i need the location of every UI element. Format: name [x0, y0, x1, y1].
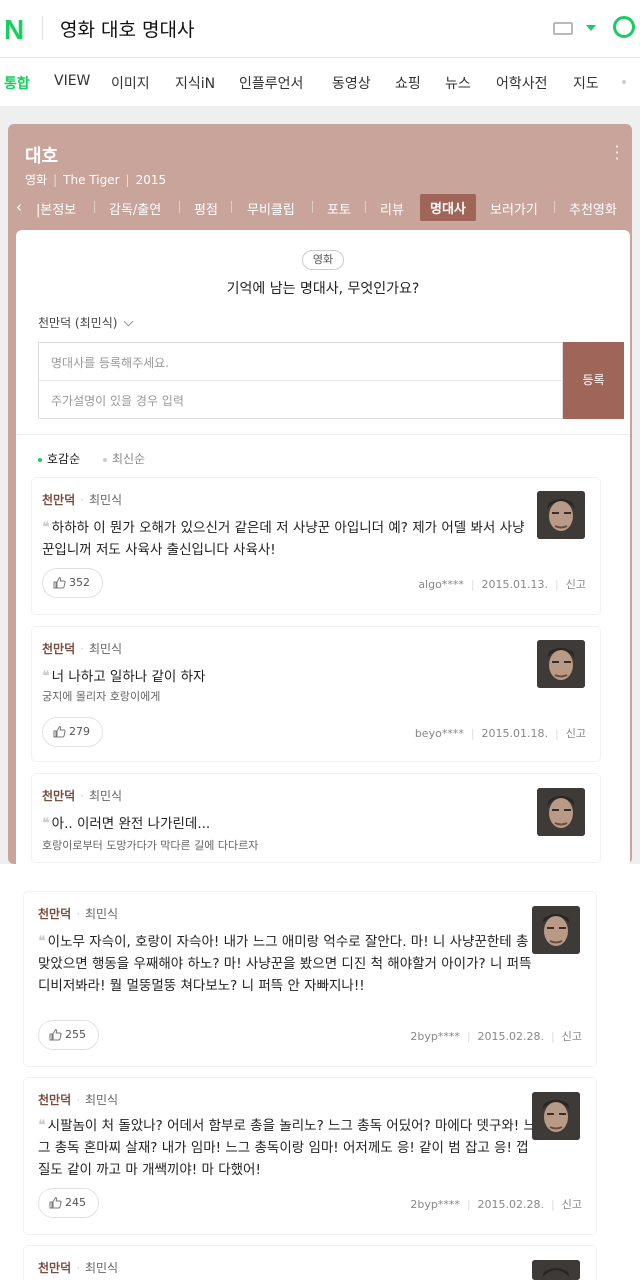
quote-mark-icon: ❛❛	[38, 1116, 46, 1134]
quote-mark-icon: ❛❛	[42, 667, 50, 685]
like-button[interactable]: 279	[42, 717, 103, 747]
character-name: 천만덕	[42, 642, 76, 656]
quote-meta: 2byp**** | 2015.02.28. | 신고	[410, 1196, 582, 1212]
like-count: 352	[69, 576, 90, 589]
quote-text: ❛❛ 너 나하고 일하나 같이 하자	[42, 665, 532, 688]
actor-avatar[interactable]	[532, 1260, 580, 1280]
actor-avatar[interactable]	[537, 640, 585, 688]
quote-content: 이노무 자슥이, 호랑이 자슥아! 내가 느그 애미랑 억수로 잘안다. 마! …	[38, 934, 532, 994]
actor-name: 최민식	[88, 642, 123, 656]
thumbs-up-icon	[53, 725, 66, 738]
thumbs-up-icon	[53, 576, 66, 589]
quote-meta: beyo**** | 2015.01.18. | 신고	[415, 725, 586, 741]
meta-separator: |	[466, 1198, 471, 1211]
thumbs-up-icon	[49, 1028, 62, 1041]
quote-description: 호랑이로부터 도망가다가 막다른 길에 다다르자	[42, 839, 259, 852]
meta-separator: |	[551, 1030, 555, 1043]
dot-separator: ·	[80, 493, 84, 507]
thumbs-up-icon	[49, 1196, 62, 1209]
actor-avatar[interactable]	[532, 906, 580, 954]
quote-character[interactable]: 천만덕 · 최민식	[42, 640, 122, 657]
actor-name: 최민식	[88, 493, 123, 507]
quote-content: 하하하 이 뭔가 오해가 있으신거 같은데 저 사냥꾼 아입니더 예? 제가 어…	[42, 520, 525, 558]
user-id: 2byp****	[410, 1198, 460, 1211]
quote-content: 너 나하고 일하나 같이 하자	[51, 669, 206, 685]
character-name: 천만덕	[42, 493, 76, 507]
report-link[interactable]: 신고	[566, 578, 586, 591]
quote-card: 천만덕 · 최민식	[24, 1246, 596, 1280]
dot-separator: ·	[76, 1093, 80, 1107]
like-count: 245	[65, 1196, 86, 1209]
dot-separator: ·	[76, 907, 80, 921]
actor-avatar[interactable]	[537, 788, 585, 836]
quote-text: ❛❛ 이노무 자슥이, 호랑이 자슥아! 내가 느그 애미랑 억수로 잘안다. 마…	[38, 930, 536, 997]
dot-separator: ·	[76, 1261, 80, 1275]
report-link[interactable]: 신고	[566, 727, 586, 740]
quote-text: ❛❛ 아.. 이러면 완전 나가린데...	[42, 812, 532, 835]
quote-date: 2015.01.13.	[481, 578, 549, 591]
meta-separator: |	[555, 578, 559, 591]
actor-name: 최민식	[84, 1093, 119, 1107]
quote-description: 궁지에 몰리자 호랑이에게	[42, 690, 161, 703]
character-name: 천만덕	[38, 1093, 72, 1107]
quote-text: ❛❛ 하하하 이 뭔가 오해가 있으신거 같은데 저 사냥꾼 아입니더 예? 제가…	[42, 516, 532, 561]
quote-content: 시팔놈이 처 돌았나? 어데서 함부로 총을 놀리노? 느그 총독 어딨어? 마…	[38, 1118, 536, 1178]
quote-character[interactable]: 천만덕 · 최민식	[42, 491, 122, 508]
user-id: 2byp****	[410, 1030, 460, 1043]
user-id: algo****	[418, 578, 464, 591]
like-count: 255	[65, 1028, 86, 1041]
quote-meta: 2byp**** | 2015.02.28. | 신고	[410, 1028, 582, 1044]
quote-card: 천만덕 · 최민식 ❛❛ 하하하 이 뭔가 오해가 있으신거 같은데 저 사냥꾼 아입…	[32, 478, 600, 614]
character-name: 천만덕	[42, 789, 76, 803]
user-id: beyo****	[414, 727, 464, 740]
actor-name: 최민식	[88, 789, 123, 803]
actor-name: 최민식	[84, 1261, 119, 1275]
actor-avatar[interactable]	[532, 1092, 580, 1140]
quote-mark-icon: ❛❛	[38, 932, 46, 950]
dot-separator: ·	[80, 642, 84, 656]
quote-meta: algo**** | 2015.01.13. | 신고	[418, 576, 586, 592]
quote-character[interactable]: 천만덕 · 최민식	[38, 905, 118, 922]
meta-separator: |	[555, 727, 559, 740]
quote-mark-icon: ❛❛	[42, 814, 50, 832]
quote-card: 천만덕 · 최민식 ❛❛ 시팔놈이 처 돌았나? 어데서 함부로 총을 놀리노? 느그…	[24, 1078, 596, 1234]
like-button[interactable]: 352	[42, 568, 103, 598]
quote-text: ❛❛ 시팔놈이 처 돌았나? 어데서 함부로 총을 놀리노? 느그 총독 어딨어?…	[38, 1114, 536, 1181]
quote-date: 2015.02.28.	[477, 1030, 545, 1043]
like-button[interactable]: 255	[38, 1020, 99, 1050]
quote-mark-icon: ❛❛	[42, 518, 50, 536]
actor-avatar[interactable]	[537, 491, 585, 539]
report-link[interactable]: 신고	[562, 1030, 582, 1043]
quote-character[interactable]: 천만덕 · 최민식	[38, 1091, 118, 1108]
like-button[interactable]: 245	[38, 1188, 99, 1218]
quote-card: 천만덕 · 최민식 ❛❛ 이노무 자슥이, 호랑이 자슥아! 내가 느그 애미랑 억수…	[24, 892, 596, 1066]
meta-separator: |	[470, 727, 475, 740]
quote-card: 천만덕 · 최민식 ❛❛ 너 나하고 일하나 같이 하자 궁지에 몰리자 호랑이에게 …	[32, 627, 600, 761]
quote-character[interactable]: 천만덕 · 최민식	[42, 787, 122, 804]
quote-content: 아.. 이러면 완전 나가린데...	[51, 816, 211, 832]
quote-date: 2015.01.18.	[481, 727, 549, 740]
character-name: 천만덕	[38, 907, 72, 921]
actor-name: 최민식	[84, 907, 119, 921]
meta-separator: |	[470, 578, 475, 591]
quote-list: 천만덕 · 최민식 ❛❛ 하하하 이 뭔가 오해가 있으신거 같은데 저 사냥꾼 아입…	[0, 0, 640, 1280]
like-count: 279	[69, 725, 90, 738]
quote-character[interactable]: 천만덕 · 최민식	[38, 1259, 118, 1276]
quote-card: 천만덕 · 최민식 ❛❛ 아.. 이러면 완전 나가린데... 호랑이로부터 도망가다…	[32, 774, 600, 862]
meta-separator: |	[551, 1198, 555, 1211]
dot-separator: ·	[80, 789, 84, 803]
report-link[interactable]: 신고	[562, 1198, 582, 1211]
quote-date: 2015.02.28.	[477, 1198, 545, 1211]
meta-separator: |	[466, 1030, 471, 1043]
character-name: 천만덕	[38, 1261, 72, 1275]
